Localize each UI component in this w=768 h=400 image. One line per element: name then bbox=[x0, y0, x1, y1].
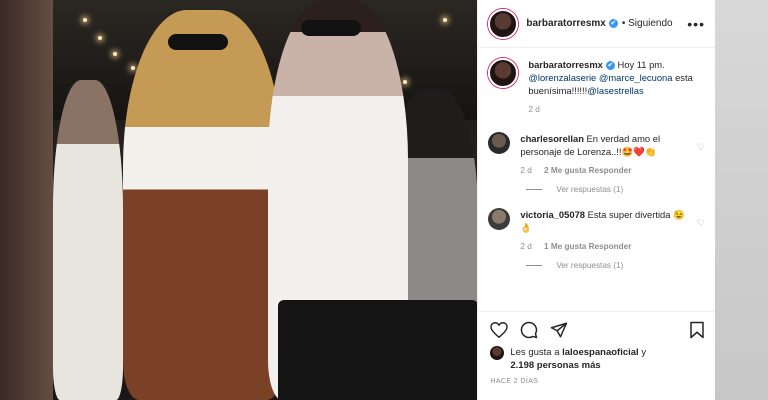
comment-age[interactable]: 2 d bbox=[520, 166, 531, 175]
heart-icon[interactable] bbox=[490, 322, 509, 338]
caption-time: Hoy 11 pm. bbox=[617, 59, 665, 70]
likes-prefix: Les gusta a bbox=[510, 347, 560, 358]
person-left bbox=[53, 80, 123, 400]
post-timestamp[interactable]: HACE 2 DÍAS bbox=[478, 372, 715, 385]
like-comment-icon[interactable]: ♡ bbox=[697, 208, 705, 253]
action-bar bbox=[478, 312, 715, 340]
share-icon[interactable] bbox=[550, 321, 568, 339]
caption-avatar[interactable] bbox=[488, 58, 519, 88]
reply-button[interactable]: Responder bbox=[589, 166, 632, 175]
comment-username[interactable]: victoria_05078 bbox=[520, 209, 585, 220]
view-replies[interactable]: Ver respuestas (1) bbox=[478, 177, 715, 194]
post-photo[interactable] bbox=[53, 0, 478, 400]
mention-marce-lecuona[interactable]: @marce_lecuona bbox=[599, 72, 673, 83]
commenter-avatar[interactable] bbox=[488, 208, 511, 230]
view-replies-label[interactable]: Ver respuestas (1) bbox=[556, 261, 623, 270]
sunglasses-left bbox=[168, 34, 228, 50]
comments-panel: barbaratorresmx ✔ • Siguiendo ••• barbar… bbox=[477, 0, 715, 400]
save-icon[interactable] bbox=[689, 321, 705, 339]
comment-row: charlesorellan En verdad amo el personaj… bbox=[478, 116, 715, 177]
comment-row: victoria_05078 Esta super divertida 😉👌 2… bbox=[478, 194, 715, 253]
comment-age[interactable]: 2 d bbox=[520, 242, 531, 251]
comment-likes[interactable]: 2 Me gusta bbox=[544, 166, 586, 175]
caption-username[interactable]: barbaratorresmx bbox=[528, 59, 603, 70]
reply-button[interactable]: Responder bbox=[589, 242, 632, 251]
person-center-blonde bbox=[123, 10, 283, 400]
post-header: barbaratorresmx ✔ • Siguiendo ••• bbox=[478, 0, 715, 48]
mention-lasestrellas[interactable]: @lasestrellas bbox=[587, 85, 643, 96]
comment-icon[interactable] bbox=[520, 321, 538, 339]
sunglasses-right bbox=[301, 20, 361, 36]
verified-icon: ✔ bbox=[605, 61, 615, 71]
commenter-avatar[interactable] bbox=[488, 132, 511, 154]
caption-age[interactable]: 2 d bbox=[528, 105, 539, 114]
likes-summary: Les gusta a laloespanaoficial y 2.198 pe… bbox=[478, 340, 715, 372]
background-right bbox=[714, 0, 768, 400]
likes-count[interactable]: 2.198 personas más bbox=[510, 360, 600, 371]
view-replies-label[interactable]: Ver respuestas (1) bbox=[556, 185, 623, 194]
mention-lorenzalaserie[interactable]: @lorenzalaserie bbox=[528, 72, 596, 83]
comment-likes[interactable]: 1 Me gusta bbox=[544, 242, 586, 251]
post-modal: barbaratorresmx ✔ • Siguiendo ••• barbar… bbox=[53, 0, 715, 400]
post-footer: Les gusta a laloespanaoficial y 2.198 pe… bbox=[478, 311, 715, 400]
comments-list[interactable]: barbaratorresmx ✔ Hoy 11 pm. @lorenzalase… bbox=[478, 48, 715, 312]
liker-username[interactable]: laloespanaoficial bbox=[562, 347, 639, 358]
author-avatar[interactable] bbox=[488, 8, 519, 39]
more-options-icon[interactable]: ••• bbox=[687, 16, 705, 32]
follow-status[interactable]: • Siguiendo bbox=[622, 18, 673, 29]
comment-username[interactable]: charlesorellan bbox=[520, 133, 584, 144]
like-comment-icon[interactable]: ♡ bbox=[697, 132, 705, 177]
author-username[interactable]: barbaratorresmx bbox=[526, 18, 605, 29]
view-replies[interactable]: Ver respuestas (1) bbox=[478, 253, 715, 270]
likes-joiner: y bbox=[641, 347, 647, 358]
verified-icon: ✔ bbox=[608, 19, 618, 28]
caption: barbaratorresmx ✔ Hoy 11 pm. @lorenzalase… bbox=[478, 48, 715, 116]
liker-avatar[interactable] bbox=[490, 346, 505, 360]
handbag bbox=[278, 300, 478, 400]
